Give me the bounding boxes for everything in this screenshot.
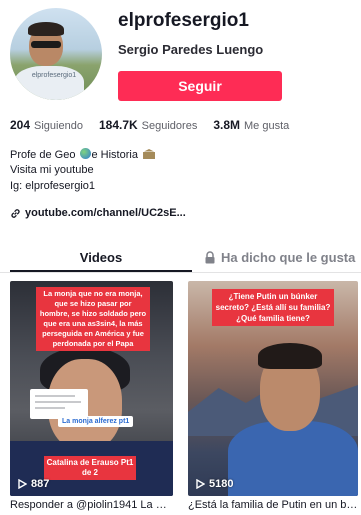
bio-line-1-text-a: Profe de Geo [10, 149, 76, 161]
bio-line-1: Profe de Geo e Historia [10, 148, 156, 161]
bio-line-1-text-b: e Historia [91, 149, 138, 161]
likes-count: 3.8M [213, 118, 241, 132]
lock-icon [205, 250, 215, 263]
following-count[interactable]: 204 [10, 118, 30, 132]
play-icon [196, 479, 205, 489]
avatar-sunglasses [31, 41, 61, 48]
link-icon [11, 208, 20, 218]
reply-text-line [35, 401, 81, 403]
bio-link[interactable]: youtube.com/channel/UC2sE... [10, 207, 186, 219]
reply-text-line [35, 395, 75, 397]
tab-liked-label: Ha dicho que le gusta [221, 249, 356, 265]
avatar-caption: elprofesergio1 [31, 72, 77, 79]
avatar-hair [28, 22, 64, 36]
tab-videos[interactable]: Videos [10, 244, 192, 270]
tab-divider [0, 272, 361, 273]
follow-button[interactable]: Seguir [118, 71, 282, 101]
reply-text-line [35, 407, 65, 409]
video-1-view-count: 887 [31, 478, 50, 490]
bio-line-3: Ig: elprofesergio1 [10, 180, 95, 192]
followers-label[interactable]: Seguidores [142, 120, 198, 132]
classical-building-icon [143, 149, 156, 159]
profile-stats: 204 Siguiendo 184.7K Seguidores 3.8M Me … [10, 118, 305, 132]
followers-count[interactable]: 184.7K [99, 118, 138, 132]
profile-full-name: Sergio Paredes Luengo [118, 42, 264, 57]
bio-link-text[interactable]: youtube.com/channel/UC2sE... [25, 207, 186, 219]
video-2-overlay-text: ¿Tiene Putin un búnker secreto? ¿Está al… [212, 289, 334, 326]
tab-liked[interactable]: Ha dicho que le gusta [196, 244, 361, 270]
profile-username: elprofesergio1 [118, 10, 249, 31]
likes-label: Me gusta [244, 120, 290, 132]
video-card-2[interactable]: ¿Tiene Putin un búnker secreto? ¿Está al… [188, 281, 358, 496]
video-1-caption[interactable]: Responder a @piolin1941 La monja [10, 499, 173, 511]
following-label[interactable]: Siguiendo [34, 120, 83, 132]
bio-line-2: Visita mi youtube [10, 164, 94, 176]
video-2-view-count: 5180 [209, 478, 234, 490]
video-2-person-hair [258, 343, 322, 369]
video-1-reply-comment [30, 389, 88, 419]
video-card-1[interactable]: La monja que no era monja, que se hizo p… [10, 281, 173, 496]
globe-icon [79, 148, 91, 159]
video-2-views: 5180 [196, 478, 233, 490]
video-2-person-shirt [228, 421, 358, 496]
video-2-caption[interactable]: ¿Está la familia de Putin en un búnker? [188, 499, 358, 511]
video-1-title: Catalina de Erauso Pt1 de 2 [44, 456, 136, 480]
profile-avatar[interactable]: elprofesergio1 [10, 8, 102, 100]
video-1-overlay-text: La monja que no era monja, que se hizo p… [36, 287, 150, 351]
video-1-sticker: La monja alferez pt1 [58, 416, 134, 427]
video-1-views: 887 [18, 478, 49, 490]
play-icon [18, 479, 27, 489]
